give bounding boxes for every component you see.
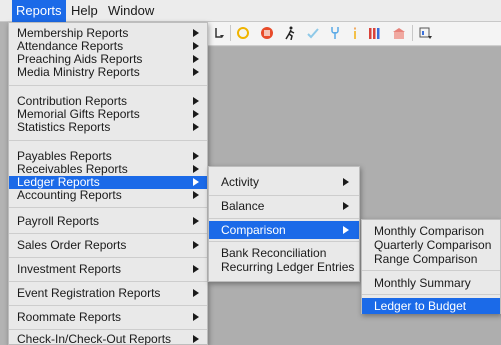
chevron-right-icon — [193, 178, 199, 186]
stop-icon[interactable] — [260, 26, 274, 40]
candle-icon[interactable] — [348, 26, 362, 40]
person-walking-icon[interactable] — [283, 26, 297, 40]
chevron-right-icon — [193, 68, 199, 76]
menu-item-investment-reports[interactable]: Investment Reports — [9, 263, 207, 276]
chevron-right-icon — [193, 265, 199, 273]
fork-icon[interactable] — [328, 26, 342, 40]
menu-separator — [9, 85, 207, 86]
chevron-right-icon — [343, 178, 349, 186]
menu-bar: Reports Help Window — [0, 0, 501, 22]
menu-item-label: Media Ministry Reports — [17, 65, 140, 79]
toolbar-separator — [230, 25, 231, 41]
chevron-right-icon — [193, 289, 199, 297]
submenu-item-range-comparison[interactable]: Range Comparison — [374, 252, 477, 266]
chevron-right-icon — [193, 110, 199, 118]
menu-item-label: Activity — [221, 175, 260, 189]
menu-separator — [362, 270, 500, 271]
menu-item-label: Roommate Reports — [17, 310, 122, 324]
chevron-right-icon — [193, 97, 199, 105]
menu-item-sales-order-reports[interactable]: Sales Order Reports — [9, 239, 207, 252]
menu-item-event-registration-reports[interactable]: Event Registration Reports — [9, 287, 207, 300]
menu-item-statistics-reports[interactable]: Statistics Reports — [9, 121, 207, 134]
submenu-item-quarterly-comparison[interactable]: Quarterly Comparison — [374, 238, 491, 252]
ledger-reports-submenu: Activity Balance Comparison Bank Reconci… — [208, 166, 360, 282]
toolbar — [208, 22, 501, 46]
menu-item-media-ministry-reports[interactable]: Media Ministry Reports — [9, 66, 207, 79]
comparison-submenu: Monthly Comparison Quarterly Comparison … — [361, 219, 501, 314]
menubar-window[interactable]: Window — [104, 0, 158, 22]
submenu-item-ledger-to-budget[interactable]: Ledger to Budget — [362, 298, 500, 314]
menu-separator — [9, 329, 207, 330]
menu-separator — [9, 140, 207, 141]
menubar-help[interactable]: Help — [67, 0, 102, 22]
submenu-item-bank-reconciliation[interactable]: Bank Reconciliation — [221, 246, 326, 260]
report-dropdown-icon[interactable] — [419, 26, 433, 40]
submenu-item-recurring-ledger-entries[interactable]: Recurring Ledger Entries — [221, 260, 354, 274]
menu-item-label: Accounting Reports — [17, 188, 122, 202]
menu-separator — [9, 233, 207, 234]
menu-separator — [209, 241, 359, 242]
menubar-reports[interactable]: Reports — [12, 0, 66, 22]
chevron-right-icon — [193, 55, 199, 63]
menu-item-label: Payroll Reports — [17, 214, 100, 228]
toolbar-separator — [412, 25, 413, 41]
menu-item-label: Check-In/Check-Out Reports — [17, 332, 172, 345]
reports-menu: Membership Reports Attendance Reports Pr… — [8, 22, 208, 345]
submenu-item-comparison[interactable]: Comparison — [209, 221, 359, 239]
chevron-right-icon — [193, 217, 199, 225]
menu-separator — [362, 294, 500, 295]
menu-item-label: Event Registration Reports — [17, 286, 161, 300]
bars-chart-icon[interactable] — [368, 26, 382, 40]
menu-item-roommate-reports[interactable]: Roommate Reports — [9, 311, 207, 324]
menu-separator — [9, 305, 207, 306]
chevron-right-icon — [193, 241, 199, 249]
menu-item-label: Statistics Reports — [17, 120, 111, 134]
chevron-right-icon — [193, 42, 199, 50]
dropdown-icon[interactable] — [213, 26, 227, 40]
menu-item-label: Comparison — [221, 223, 286, 237]
chevron-right-icon — [193, 313, 199, 321]
menu-separator — [9, 257, 207, 258]
menu-item-check-in-check-out-reports[interactable]: Check-In/Check-Out Reports — [9, 333, 207, 345]
building-icon[interactable] — [392, 26, 406, 40]
menu-item-label: Sales Order Reports — [17, 238, 127, 252]
submenu-item-monthly-comparison[interactable]: Monthly Comparison — [374, 224, 484, 238]
chevron-right-icon — [193, 29, 199, 37]
menu-item-payroll-reports[interactable]: Payroll Reports — [9, 215, 207, 228]
chevron-right-icon — [193, 191, 199, 199]
chevron-right-icon — [193, 123, 199, 131]
submenu-item-balance[interactable]: Balance — [209, 197, 359, 215]
menu-separator — [209, 195, 359, 196]
chevron-right-icon — [193, 152, 199, 160]
check-icon[interactable] — [306, 26, 320, 40]
submenu-item-monthly-summary[interactable]: Monthly Summary — [374, 276, 471, 290]
ring-icon[interactable] — [236, 26, 250, 40]
chevron-right-icon — [193, 335, 199, 343]
menu-item-accounting-reports[interactable]: Accounting Reports — [9, 189, 207, 202]
menu-item-label: Balance — [221, 199, 265, 213]
chevron-right-icon — [343, 226, 349, 234]
menu-item-label: Investment Reports — [17, 262, 122, 276]
menu-separator — [9, 281, 207, 282]
submenu-item-activity[interactable]: Activity — [209, 173, 359, 191]
menu-separator — [209, 218, 359, 219]
menu-separator — [9, 207, 207, 208]
chevron-right-icon — [343, 202, 349, 210]
chevron-right-icon — [193, 165, 199, 173]
